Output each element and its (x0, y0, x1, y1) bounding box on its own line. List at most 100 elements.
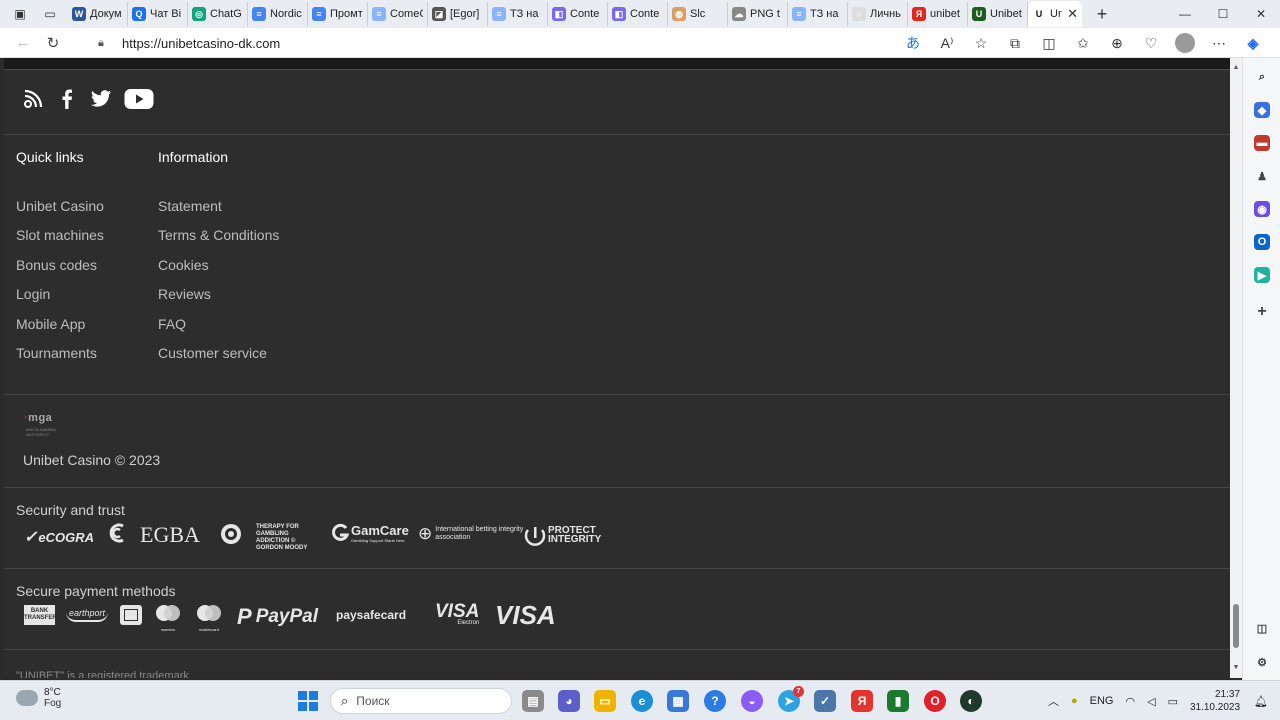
facebook-icon[interactable] (56, 88, 78, 110)
back-button[interactable]: ← (8, 30, 38, 56)
tab-close-icon[interactable]: ✕ (1067, 6, 1078, 22)
volume-icon[interactable]: ◁ (1147, 695, 1155, 708)
tray-app-icon[interactable]: ● (1071, 695, 1078, 707)
minimize-button[interactable]: — (1166, 0, 1204, 28)
sidebar-hide-icon[interactable]: ◫ (1254, 620, 1270, 636)
maestro-logo[interactable]: maestro (154, 604, 182, 632)
sidebar-add-icon[interactable]: + (1254, 303, 1270, 320)
taskbar-search[interactable]: ⌕ Поиск (330, 688, 512, 714)
footer-link-quick[interactable]: Unibet Casino (16, 198, 104, 214)
start-button[interactable] (298, 691, 318, 711)
paypal-logo[interactable]: P PayPal (237, 604, 318, 630)
bank-transfer-logo[interactable]: BANK TRANSFER (24, 605, 57, 625)
tab-0[interactable]: W Докум (68, 2, 128, 26)
footer-link-quick[interactable]: Slot machines (16, 227, 104, 243)
sidebar-tools-icon[interactable]: ▬ (1254, 135, 1270, 151)
file-explorer-icon[interactable]: ▭ (594, 690, 616, 712)
footer-link-quick[interactable]: Bonus codes (16, 257, 97, 273)
edge-browser-icon[interactable]: e (631, 690, 653, 712)
gordon-moody-logo[interactable]: THERAPY FOR GAMBLING ADDICTION © GORDON … (256, 524, 322, 552)
egba-logo[interactable]: EGBA (140, 522, 200, 548)
yandex-browser-icon[interactable]: Я (851, 690, 873, 712)
sidebar-outlook-icon[interactable]: O (1254, 234, 1270, 250)
copilot-icon[interactable]: ◈ (1236, 30, 1270, 56)
mastercard-logo[interactable]: mastercard (195, 604, 223, 632)
footer-link-information[interactable]: Reviews (158, 286, 211, 302)
footer-link-information[interactable]: FAQ (158, 316, 186, 332)
footer-link-quick[interactable]: Tournaments (16, 345, 97, 361)
tab-3[interactable]: ≡ Nordic (248, 2, 308, 26)
blog-rss-icon[interactable] (22, 88, 44, 110)
opera-icon[interactable]: O (924, 690, 946, 712)
ecogra-logo[interactable]: ✓ eCOGRA (24, 527, 94, 547)
sidebar-drop-icon[interactable]: ▶ (1254, 267, 1270, 283)
task-view-icon[interactable]: ▤ (522, 690, 544, 712)
tab-6[interactable]: ◪ [Egor] (428, 2, 488, 26)
workspaces-icon[interactable]: ▣ (10, 4, 30, 24)
scroll-down-arrow-icon[interactable]: ▼ (1231, 664, 1241, 671)
translate-icon[interactable]: あ (896, 30, 930, 56)
protect-integrity-logo[interactable]: PROTECT INTEGRITY (524, 524, 610, 546)
tray-chevron-icon[interactable]: ︿ (1048, 693, 1059, 709)
scrollbar-thumb[interactable] (1233, 604, 1239, 648)
sidebar-m365-icon[interactable]: ◉ (1254, 201, 1270, 217)
visa-logo[interactable]: VISA (495, 600, 556, 631)
vk-icon[interactable]: ✓ (814, 690, 836, 712)
twitter-icon[interactable] (90, 88, 112, 110)
maximize-button[interactable]: ☐ (1204, 0, 1242, 28)
tab-13[interactable]: ○ Личнь (848, 2, 908, 26)
wifi-icon[interactable]: ◠ (1125, 695, 1135, 708)
notifications-icon[interactable]: 🔔︎ (1254, 695, 1268, 708)
excel-like-icon[interactable]: ▮ (887, 690, 909, 712)
tab-7[interactable]: ≡ ТЗ на (488, 2, 548, 26)
earthport-logo[interactable]: earthport (66, 606, 109, 622)
new-tab-button[interactable]: + (1090, 2, 1114, 26)
tab-11[interactable]: ☁ PNG t (728, 2, 788, 26)
profile-avatar[interactable] (1175, 33, 1195, 53)
favorite-star-icon[interactable]: ☆ (964, 30, 998, 56)
paysafecard-logo[interactable]: paysafecard (336, 608, 406, 622)
address-bar[interactable]: 🔒︎ https://unibetcasino-dk.com (86, 31, 846, 55)
footer-link-information[interactable]: Cookies (158, 257, 209, 273)
gamcare-logo[interactable]: GamCare Gambling Support Starts Here (330, 522, 409, 544)
pycharm-icon[interactable]: ◐ (960, 690, 982, 712)
read-aloud-icon[interactable]: A⁾ (930, 30, 964, 56)
browser-essentials-icon[interactable]: ♡ (1134, 30, 1168, 56)
scroll-up-arrow-icon[interactable]: ▲ (1231, 64, 1241, 71)
extensions-icon[interactable]: ⧉ (998, 30, 1032, 56)
footer-link-quick[interactable]: Mobile App (16, 316, 85, 332)
tab-9[interactable]: ◧ Conte (608, 2, 668, 26)
gambling-therapy-logo[interactable] (220, 523, 242, 550)
youtube-icon[interactable] (124, 88, 154, 110)
sidebar-search-icon[interactable]: ⌕ (1254, 69, 1270, 85)
visa-electron-logo[interactable]: VISA Electron (435, 602, 479, 626)
help-icon[interactable]: ? (704, 690, 726, 712)
refresh-button[interactable]: ↻ (38, 30, 68, 56)
tab-14[interactable]: Яunibet (908, 2, 968, 26)
teams-chat-icon[interactable]: ◕ (558, 690, 580, 712)
tab-actions-icon[interactable]: ▭ (40, 4, 60, 24)
ms-store-icon[interactable]: ▦ (667, 690, 689, 712)
mga-logo[interactable]: ·mga (24, 412, 52, 424)
close-window-button[interactable]: ✕ (1242, 0, 1280, 28)
split-screen-icon[interactable]: ◫ (1032, 30, 1066, 56)
favorites-icon[interactable]: ✩ (1066, 30, 1100, 56)
footer-link-information[interactable]: Customer service (158, 345, 267, 361)
footer-link-information[interactable]: Statement (158, 198, 222, 214)
tab-4[interactable]: ≡ Промт (308, 2, 368, 26)
tab-8[interactable]: ◧ Conte (548, 2, 608, 26)
tab-12[interactable]: ≡ ТЗ на (788, 2, 848, 26)
collections-icon[interactable]: ⊕ (1100, 30, 1134, 56)
footer-link-quick[interactable]: Login (16, 286, 50, 302)
tab-active[interactable]: U Ur ✕ (1028, 1, 1082, 27)
page-scrollbar[interactable]: ▲ ▼ (1230, 58, 1242, 678)
ibia-logo[interactable]: ⊕ International betting integrity associ… (418, 524, 527, 544)
url-text[interactable]: https://unibetcasino-dk.com (122, 36, 280, 51)
telegram-icon[interactable]: ➤ 7 (778, 686, 804, 712)
weather-widget[interactable]: 8°C Fog (16, 687, 61, 709)
alice-icon[interactable]: ◒ (741, 690, 763, 712)
clock[interactable]: 21:37 31.10.2023 (1190, 688, 1240, 714)
more-menu-icon[interactable]: ⋯ (1202, 30, 1236, 56)
battery-icon[interactable]: ▭ (1168, 695, 1178, 708)
sidebar-shopping-icon[interactable]: ◆ (1254, 102, 1270, 118)
